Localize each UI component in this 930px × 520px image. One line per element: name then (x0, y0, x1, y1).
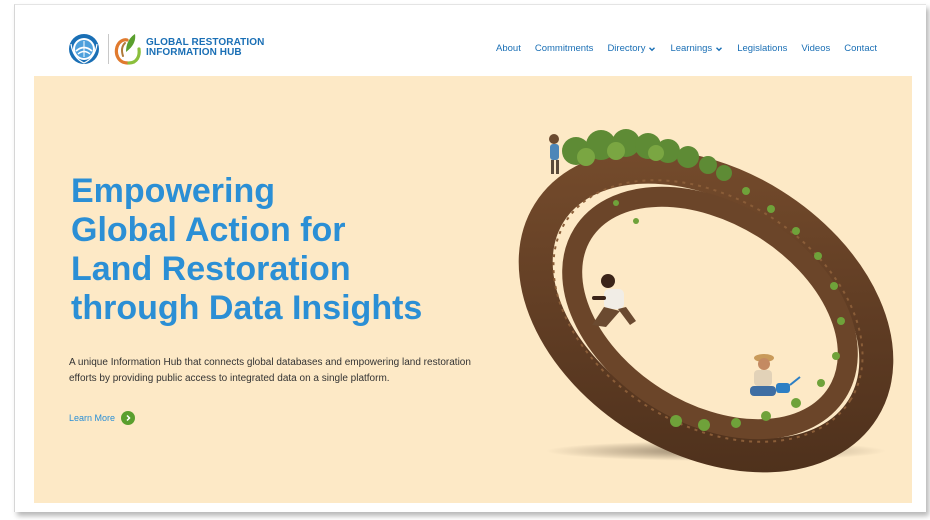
logo-divider (108, 34, 109, 64)
nav-about[interactable]: About (496, 43, 521, 54)
headline-line-3: Land Restoration (71, 250, 422, 289)
hero-banner: Empowering Global Action for Land Restor… (34, 76, 912, 503)
chevron-down-icon (716, 46, 723, 51)
nav-learnings-label: Learnings (670, 43, 713, 54)
brand-line-2: INFORMATION HUB (146, 47, 242, 58)
main-nav: About Commitments Directory Learnings Le… (496, 43, 877, 54)
headline-for: for (290, 211, 346, 249)
soil-loop-illustration (518, 129, 894, 473)
nav-contact[interactable]: Contact (844, 43, 877, 54)
grih-leaf-icon[interactable] (113, 30, 143, 66)
arrow-right-icon (121, 411, 136, 425)
brand-name[interactable]: GLOBAL RESTORATION INFORMATION HUB (146, 38, 264, 58)
headline-line-2: Global Action for (71, 211, 422, 250)
farmer-kneeling (592, 274, 636, 327)
un-emblem-icon[interactable] (67, 32, 101, 66)
nav-learnings[interactable]: Learnings (670, 43, 723, 54)
chevron-down-icon (649, 46, 656, 51)
hero-description: A unique Information Hub that connects g… (69, 357, 471, 384)
headline-line-4: through Data Insights (71, 289, 422, 328)
nav-directory[interactable]: Directory (607, 43, 656, 54)
headline-through: through (71, 289, 209, 327)
headline-line-1: Empowering (71, 172, 276, 210)
hero-headline: Empowering Global Action for Land Restor… (71, 172, 422, 328)
learn-more-button[interactable]: Learn More (69, 411, 136, 425)
browser-page: GLOBAL RESTORATION INFORMATION HUB About… (14, 4, 926, 512)
farmer-watering (750, 354, 801, 396)
headline-bold-data-insights: Data Insights (208, 289, 423, 327)
site-header: GLOBAL RESTORATION INFORMATION HUB About… (15, 5, 927, 73)
headline-land: Land (71, 250, 162, 288)
learn-more-label: Learn More (69, 413, 116, 423)
farmer-top (549, 134, 559, 174)
nav-directory-label: Directory (607, 43, 646, 54)
nav-videos[interactable]: Videos (801, 43, 830, 54)
headline-bold-global-action: Global Action (71, 211, 291, 249)
headline-bold-restoration: Restoration (161, 250, 351, 288)
nav-legislations[interactable]: Legislations (737, 43, 787, 54)
nav-commitments[interactable]: Commitments (535, 43, 594, 54)
